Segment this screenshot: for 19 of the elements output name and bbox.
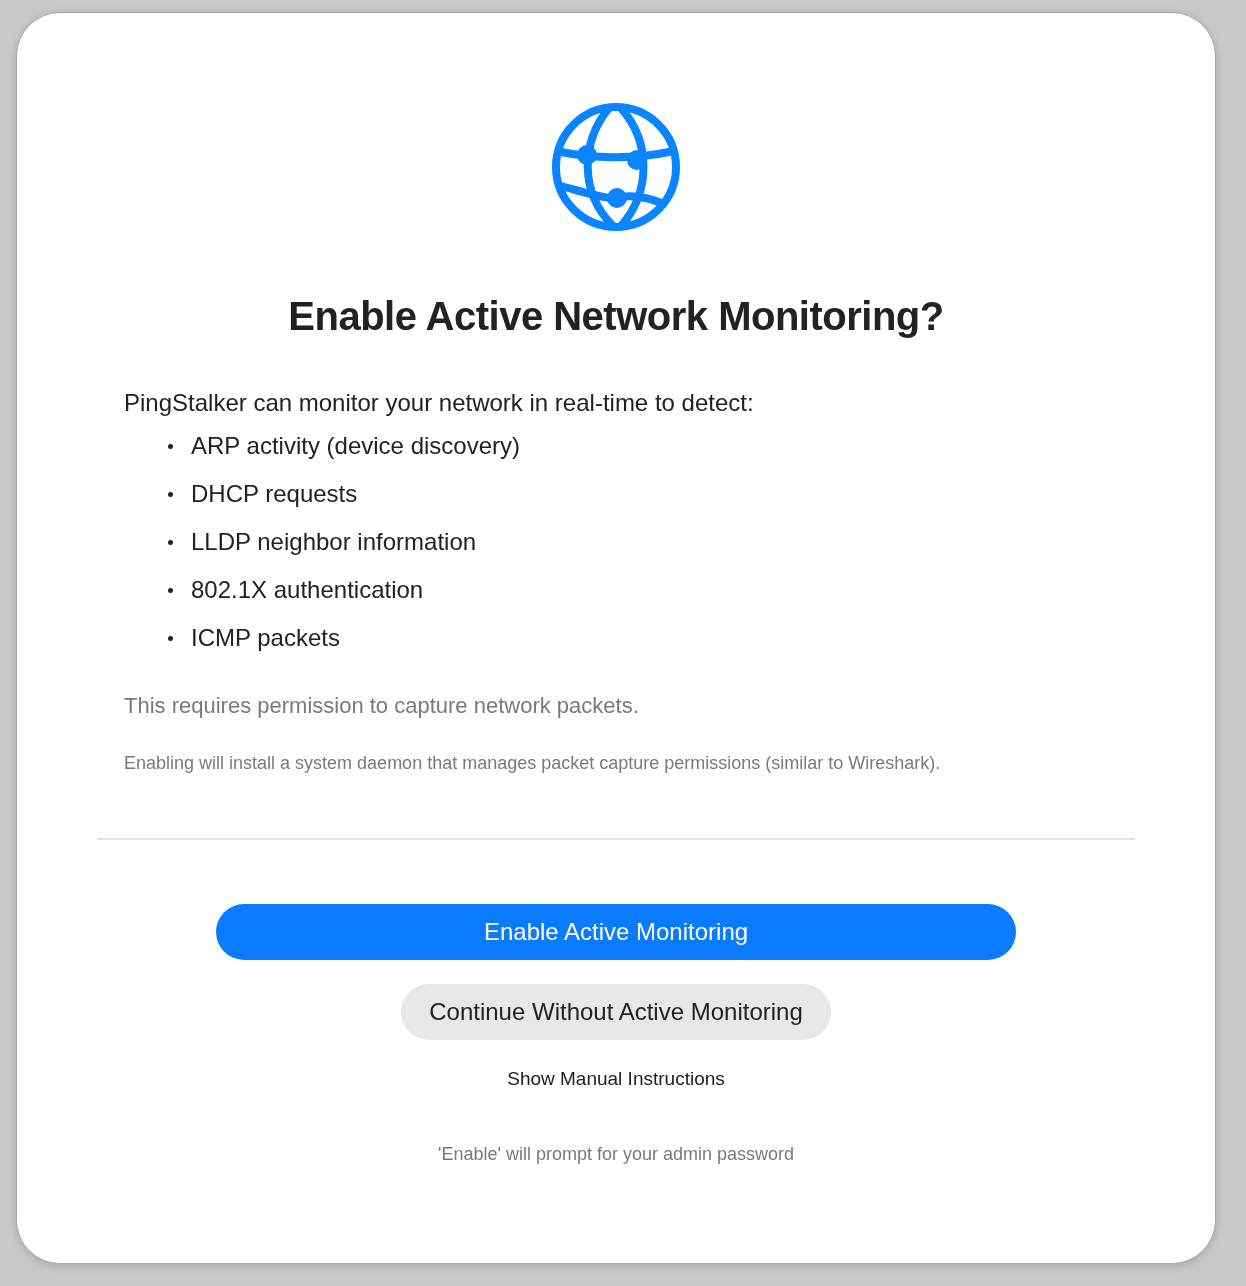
bullet-icon xyxy=(168,539,173,545)
enable-button[interactable]: Enable Active Monitoring xyxy=(216,904,1016,960)
footer-note: 'Enable' will prompt for your admin password xyxy=(438,1144,794,1165)
continue-button[interactable]: Continue Without Active Monitoring xyxy=(401,984,831,1040)
bullet-icon xyxy=(168,443,173,449)
feature-text: ICMP packets xyxy=(191,623,340,653)
feature-text: ARP activity (device discovery) xyxy=(191,431,520,461)
bullet-icon xyxy=(168,491,173,497)
instructions-link[interactable]: Show Manual Instructions xyxy=(503,1064,729,1094)
globe-icon xyxy=(551,102,681,232)
intro-text: PingStalker can monitor your network in real-time to detect: xyxy=(124,389,755,417)
feature-text: DHCP requests xyxy=(191,479,358,509)
feature-text: 802.1X authentication xyxy=(191,575,424,605)
dialog-title: Enable Active Network Monitoring? xyxy=(288,294,944,339)
permission-note: This requires permission to capture network packets. xyxy=(124,693,640,719)
bullet-icon xyxy=(168,635,173,641)
bullet-icon xyxy=(168,587,173,593)
feature-text: LLDP neighbor information xyxy=(191,527,477,557)
daemon-note: Enabling will install a system daemon that manages packet capture permissions (similar to Wireshark). xyxy=(124,753,942,774)
